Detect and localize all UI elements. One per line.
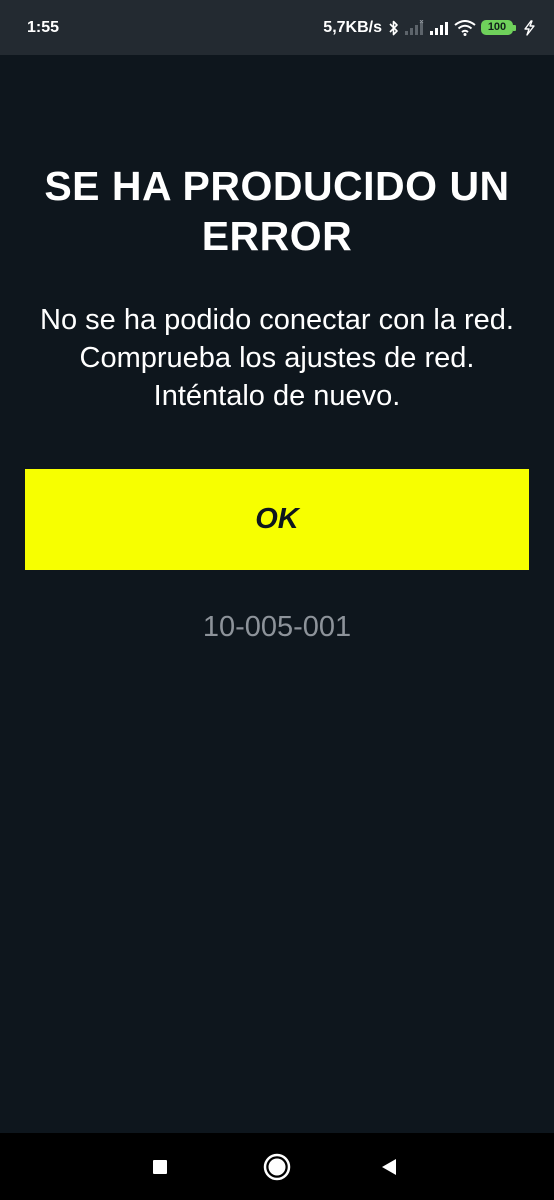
status-icons: 5,7KB/s 100	[323, 19, 538, 37]
back-triangle-icon	[382, 1158, 396, 1175]
home-button[interactable]	[237, 1133, 317, 1200]
signal-icon	[429, 20, 449, 36]
status-time: 1:55	[27, 18, 60, 36]
error-screen: SE HA PRODUCIDO UN ERROR No se ha podido…	[0, 55, 554, 1133]
recents-button[interactable]	[120, 1133, 200, 1200]
battery-level: 100	[487, 21, 507, 33]
navigation-bar	[0, 1133, 554, 1200]
error-message: No se ha podido conectar con la red. Com…	[40, 304, 514, 412]
bluetooth-icon	[389, 20, 399, 36]
status-bar: 1:55 5,7KB/s 100	[0, 0, 554, 55]
charging-icon	[522, 19, 538, 36]
wifi-icon	[454, 19, 476, 36]
error-title: SE HA PRODUCIDO UN ERROR	[44, 163, 510, 259]
network-speed: 5,7KB/s	[323, 18, 382, 36]
signal-empty-icon	[404, 19, 424, 36]
error-code: 10-005-001	[202, 611, 352, 643]
square-icon	[153, 1159, 167, 1174]
ok-button[interactable]: OK	[25, 469, 529, 570]
back-button[interactable]	[349, 1133, 429, 1200]
circle-icon	[263, 1153, 291, 1180]
battery-icon: 100	[481, 20, 516, 35]
